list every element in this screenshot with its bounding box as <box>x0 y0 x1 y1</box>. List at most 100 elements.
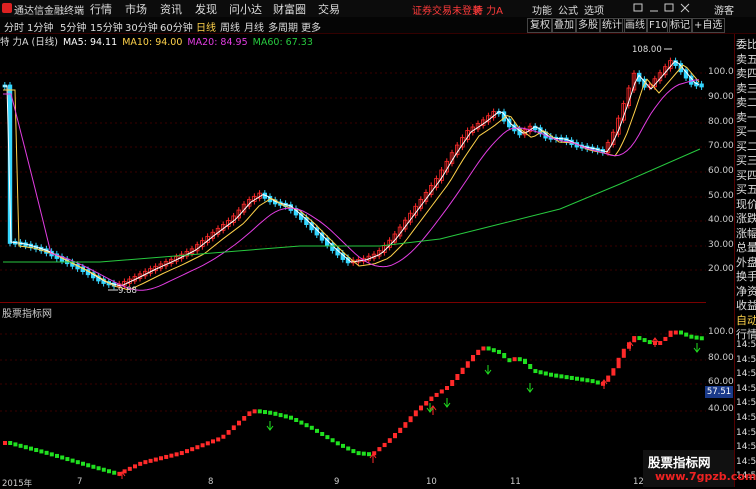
signal-bar <box>575 376 579 381</box>
signal-bar <box>465 361 470 368</box>
signal-bar <box>237 420 241 426</box>
draw-line-button[interactable]: 画线 <box>622 18 648 33</box>
x-label: 11 <box>510 477 521 487</box>
signal-bar <box>481 346 486 351</box>
ma60-line <box>3 148 701 263</box>
signal-bar <box>304 423 309 428</box>
stock-tab[interactable]: 特 力A <box>473 2 503 17</box>
signal-bar <box>70 458 75 463</box>
price-chart[interactable] <box>0 34 706 296</box>
signal-bar <box>460 367 465 374</box>
period-toolbar: 分时 1分钟 5分钟 15分钟 30分钟 60分钟 日线 周线 月线 多周期 更… <box>0 17 756 34</box>
menu-news[interactable]: 资讯 <box>160 1 182 17</box>
restore-rights-button[interactable]: 复权 <box>527 18 553 33</box>
ma60-value: MA60: 67.33 <box>252 37 313 48</box>
menu-market[interactable]: 市场 <box>125 1 147 17</box>
overlay-button[interactable]: 叠加 <box>551 18 577 33</box>
signal-bar <box>81 461 85 466</box>
period-1min[interactable]: 1分钟 <box>27 19 53 34</box>
window-controls <box>633 3 690 13</box>
signal-bar <box>34 448 39 453</box>
signal-bar <box>185 449 189 454</box>
add-watchlist-button[interactable]: +自选 <box>691 18 726 33</box>
signal-bar <box>29 446 33 451</box>
period-multi[interactable]: 多周期 <box>268 19 298 34</box>
x-label: 10 <box>426 477 437 487</box>
signal-bar <box>564 375 569 380</box>
signal-bar <box>75 460 80 465</box>
guest-label[interactable]: 游客 <box>714 2 734 17</box>
signal-bar <box>49 452 54 457</box>
signal-bar <box>439 389 444 394</box>
ma10-line <box>3 64 700 291</box>
signal-bar <box>398 427 403 433</box>
period-15min[interactable]: 15分钟 <box>90 19 123 34</box>
signal-bar <box>543 371 548 376</box>
app-logo-icon <box>2 3 12 13</box>
signal-bar <box>3 441 7 445</box>
indicator-chart[interactable] <box>0 302 706 479</box>
menu-ask[interactable]: 问小达 <box>229 1 262 17</box>
signal-bar <box>8 441 13 445</box>
menu-options[interactable]: 选项 <box>584 2 604 17</box>
login-warning[interactable]: 证券交易未登录 <box>412 2 482 17</box>
signal-bar <box>512 357 517 362</box>
skin-icon <box>633 3 643 12</box>
price-axis-label: 30.00 <box>708 240 734 250</box>
signal-bar <box>523 358 527 364</box>
signal-bar <box>497 349 501 354</box>
price-axis-label: 70.00 <box>708 141 734 151</box>
mark-button[interactable]: 标记 <box>667 18 693 33</box>
trade-time: 14:50 <box>736 340 756 350</box>
period-weekly[interactable]: 周线 <box>220 19 240 34</box>
watermark-url: www.7gpzb.com <box>655 470 756 483</box>
period-30min[interactable]: 30分钟 <box>125 19 158 34</box>
signal-bar <box>491 348 496 353</box>
signal-bar <box>86 463 91 468</box>
high-annotation: 108.00 <box>632 45 662 55</box>
signal-bar <box>450 380 455 386</box>
price-axis-label: 90.00 <box>708 92 734 102</box>
signal-bar <box>216 437 221 442</box>
signal-bar <box>549 372 553 377</box>
price-axis-label: 60.00 <box>708 166 734 176</box>
trade-time: 14:50 <box>736 354 756 365</box>
signal-bar <box>611 368 616 376</box>
signal-bar <box>320 432 325 436</box>
signal-bar <box>351 449 356 454</box>
price-axis-label: 20.00 <box>708 264 734 274</box>
signal-bar <box>413 410 418 417</box>
menu-trade[interactable]: 交易 <box>318 1 340 17</box>
indicator-axis-label: 80.00 <box>708 353 734 363</box>
menu-function[interactable]: 功能 <box>532 2 552 17</box>
signal-bar <box>445 386 449 390</box>
signal-bar <box>393 433 397 439</box>
period-more[interactable]: 更多 <box>301 19 321 34</box>
period-60min[interactable]: 60分钟 <box>160 19 193 34</box>
maximize-icon <box>664 3 674 12</box>
signal-bar <box>60 455 65 460</box>
period-5min[interactable]: 5分钟 <box>60 19 86 34</box>
signal-bar <box>346 446 351 451</box>
signal-bar <box>263 410 267 415</box>
menu-quotes[interactable]: 行情 <box>90 1 112 17</box>
signal-bar <box>205 441 210 446</box>
menu-discover[interactable]: 发现 <box>195 1 217 17</box>
signal-bar <box>278 413 283 418</box>
ma5-line <box>3 60 700 287</box>
signal-bar <box>268 410 273 415</box>
signal-bar <box>517 357 522 362</box>
menu-wealth[interactable]: 财富圈 <box>273 1 306 17</box>
title-bar: 通达信金融终端 行情 市场 资讯 发现 问小达 财富圈 交易 证券交易未登录 特… <box>0 0 756 18</box>
signal-bar <box>143 460 148 465</box>
period-tick[interactable]: 分时 <box>4 19 24 34</box>
x-label: 7 <box>77 477 83 487</box>
period-monthly[interactable]: 月线 <box>244 19 264 34</box>
signal-bar <box>23 445 28 450</box>
multi-stock-button[interactable]: 多股 <box>575 18 601 33</box>
signal-bar <box>507 358 512 363</box>
period-daily[interactable]: 日线 <box>196 19 216 34</box>
menu-formula[interactable]: 公式 <box>558 2 578 17</box>
signal-bar <box>252 409 257 414</box>
signal-bar <box>616 357 621 369</box>
